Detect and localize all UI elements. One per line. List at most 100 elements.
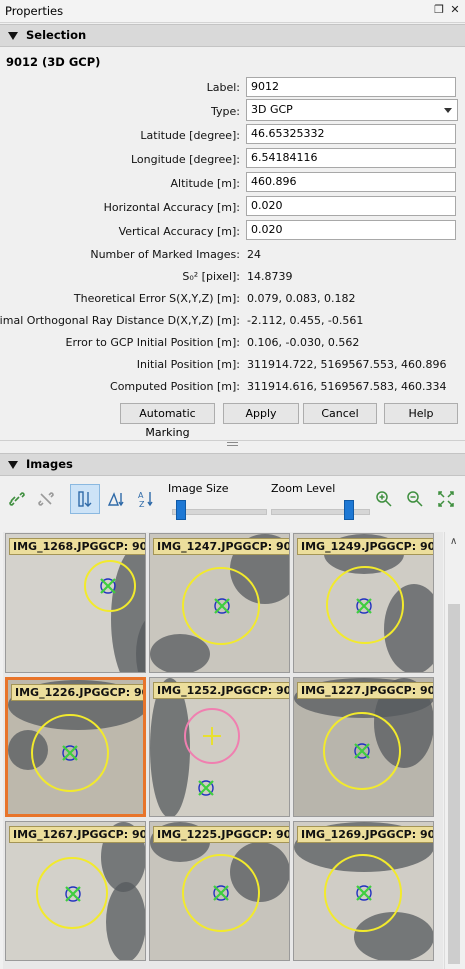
scrollbar-thumb[interactable] [448,604,460,964]
selection-header-label: Selection [26,28,87,42]
gcp-label: GCP: 9012 [242,684,290,697]
image-filename: IMG_1247.JPG [157,540,243,553]
image-caption: IMG_1268.JPGGCP: 9012 [9,538,146,555]
dropdown-arrow-icon [444,108,452,113]
selection-section-header[interactable]: Selection [0,24,465,47]
image-filename: IMG_1252.JPG [157,684,243,697]
image-caption: IMG_1225.JPGGCP: 9012 [153,826,290,843]
image-filename: IMG_1225.JPG [157,828,243,841]
image-caption: IMG_1227.JPGGCP: 9012 [297,682,434,699]
h-accuracy-field-label: Horizontal Accuracy [m]: [103,201,240,214]
latitude-field-label: Latitude [degree]: [140,129,240,142]
type-select-value: 3D GCP [251,103,293,116]
computed-position-value: 311914.616, 5169567.583, 460.334 [247,380,447,393]
zoom-level-track[interactable] [271,509,370,515]
type-select[interactable]: 3D GCP [246,99,458,121]
unlink-icon[interactable] [34,487,58,511]
float-icon[interactable]: ❐ [432,3,446,17]
image-tile[interactable]: IMG_1267.JPGGCP: 9012 [5,821,146,961]
image-size-slider-handle[interactable] [176,500,187,520]
longitude-input[interactable]: 6.54184116 [246,148,456,168]
max-ray-distance-label: Maximal Orthogonal Ray Distance D(X,Y,Z)… [0,314,240,327]
image-tile[interactable]: IMG_1252.JPGGCP: 9012 [149,677,290,817]
initial-position-label: Initial Position [m]: [136,358,240,371]
zoom-in-icon[interactable] [372,487,396,511]
apply-button[interactable]: Apply [223,403,299,424]
sort-by-error-icon[interactable] [70,484,100,514]
svg-text:Z: Z [139,500,145,509]
image-grid-scrollbar[interactable]: ∧ [444,532,464,969]
selection-title: 9012 (3D GCP) [6,55,101,69]
zoom-level-slider-handle[interactable] [343,500,354,520]
image-filename: IMG_1269.JPG [301,828,387,841]
image-grid: IMG_1268.JPGGCP: 9012IMG_1247.JPGGCP: 90… [3,532,443,969]
gcp-label: GCP: 9012 [98,828,146,841]
image-filename: IMG_1268.JPG [13,540,99,553]
max-ray-distance-value: -2.112, 0.455, -0.561 [247,314,364,327]
image-caption: IMG_1269.JPGGCP: 9012 [297,826,434,843]
gcp-label: GCP: 9012 [98,540,146,553]
help-button[interactable]: Help [384,403,458,424]
image-caption: IMG_1267.JPGGCP: 9012 [9,826,146,843]
marked-images-label: Number of Marked Images: [90,248,240,261]
altitude-input[interactable]: 460.896 [246,172,456,192]
automatic-marking-button[interactable]: Automatic Marking [120,403,215,439]
image-filename: IMG_1227.JPG [301,684,387,697]
gcp-label: GCP: 9012 [100,686,143,699]
s0-label: S₀² [pixel]: [182,270,240,283]
image-caption: IMG_1226.JPGGCP: 9012 [11,684,143,701]
gcp-label: GCP: 9012 [386,828,434,841]
theoretical-error-value: 0.079, 0.083, 0.182 [247,292,356,305]
image-size-label: Image Size [168,482,229,495]
cancel-button[interactable]: Cancel [303,403,377,424]
image-caption: IMG_1247.JPGGCP: 9012 [153,538,290,555]
scroll-up-icon[interactable]: ∧ [450,537,458,547]
image-filename: IMG_1249.JPG [301,540,387,553]
image-filename: IMG_1267.JPG [13,828,99,841]
images-section-header[interactable]: Images [0,453,465,476]
zoom-level-label: Zoom Level [271,482,336,495]
s0-value: 14.8739 [247,270,293,283]
v-accuracy-field-label: Vertical Accuracy [m]: [118,225,240,238]
latitude-input[interactable]: 46.65325332 [246,124,456,144]
images-header-label: Images [26,457,73,471]
svg-text:A: A [138,491,144,500]
v-accuracy-input[interactable]: 0.020 [246,220,456,240]
initial-position-value: 311914.722, 5169567.553, 460.896 [247,358,447,371]
marked-images-value: 24 [247,248,261,261]
image-tile[interactable]: IMG_1269.JPGGCP: 9012 [293,821,434,961]
label-field-label: Label: [206,81,240,94]
properties-titlebar: Properties ❐ ✕ [0,0,465,23]
error-initial-label: Error to GCP Initial Position [m]: [65,336,240,349]
panel-splitter[interactable] [0,437,465,453]
longitude-field-label: Longitude [degree]: [130,153,240,166]
sort-triangle-icon[interactable] [104,487,128,511]
gcp-label: GCP: 9012 [386,540,434,553]
close-icon[interactable]: ✕ [448,3,462,17]
h-accuracy-input[interactable]: 0.020 [246,196,456,216]
gcp-label: GCP: 9012 [242,540,290,553]
fit-all-icon[interactable] [434,487,458,511]
altitude-field-label: Altitude [m]: [170,177,241,190]
image-tile[interactable]: IMG_1226.JPGGCP: 9012 [5,677,146,817]
sort-alpha-icon[interactable]: AZ [134,487,158,511]
error-initial-value: 0.106, -0.030, 0.562 [247,336,360,349]
image-tile[interactable]: IMG_1227.JPGGCP: 9012 [293,677,434,817]
image-tile[interactable]: IMG_1268.JPGGCP: 9012 [5,533,146,673]
image-tile[interactable]: IMG_1247.JPGGCP: 9012 [149,533,290,673]
link-icon[interactable] [5,487,29,511]
gcp-label: GCP: 9012 [386,684,434,697]
label-input[interactable]: 9012 [246,77,456,97]
gcp-label: GCP: 9012 [242,828,290,841]
image-tile[interactable]: IMG_1225.JPGGCP: 9012 [149,821,290,961]
theoretical-error-label: Theoretical Error S(X,Y,Z) [m]: [73,292,240,305]
zoom-out-icon[interactable] [403,487,427,511]
collapse-triangle-icon [8,461,18,469]
image-caption: IMG_1249.JPGGCP: 9012 [297,538,434,555]
image-caption: IMG_1252.JPGGCP: 9012 [153,682,290,699]
image-filename: IMG_1226.JPG [15,686,101,699]
image-tile[interactable]: IMG_1249.JPGGCP: 9012 [293,533,434,673]
type-field-label: Type: [211,105,240,118]
computed-position-label: Computed Position [m]: [110,380,240,393]
collapse-triangle-icon [8,32,18,40]
